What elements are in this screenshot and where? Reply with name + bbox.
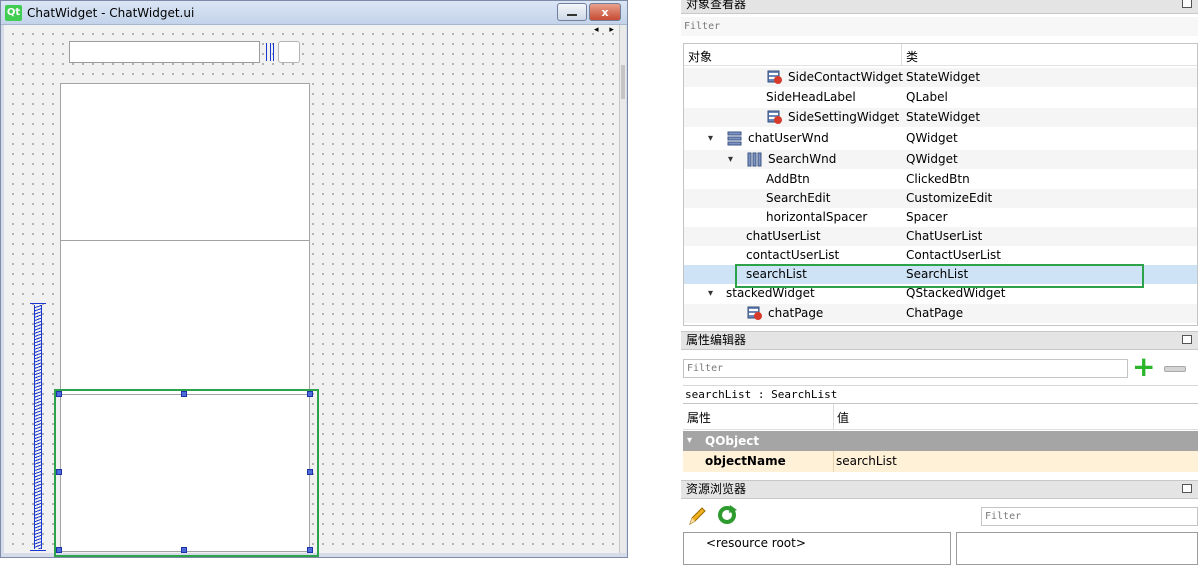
property-group-row[interactable]: ▾ QObject: [683, 431, 1198, 451]
state-widget-icon: [767, 110, 782, 124]
tree-row[interactable]: SideSettingWidget StateWidget: [684, 108, 1197, 127]
tree-selection-outline: [735, 264, 1144, 288]
property-name: objectName: [705, 454, 786, 468]
header-object: 对象: [688, 50, 713, 64]
tree-row[interactable]: SideContactWidget StateWidget: [684, 68, 1197, 87]
resource-file-list[interactable]: [956, 532, 1198, 565]
property-value[interactable]: searchList: [836, 451, 897, 472]
selection-outline: [54, 389, 319, 557]
state-widget-icon: [767, 70, 782, 84]
tree-row[interactable]: ▾ SearchWnd QWidget: [684, 150, 1197, 169]
pencil-icon[interactable]: [686, 505, 708, 527]
tree-row[interactable]: chatPage ChatPage: [684, 304, 1197, 323]
resource-tree[interactable]: <resource root>: [683, 532, 951, 565]
tree-row[interactable]: AddBtn ClickedBtn: [684, 170, 1197, 189]
float-dock-icon[interactable]: [1182, 335, 1192, 344]
close-button[interactable]: x: [589, 3, 621, 21]
resize-handle[interactable]: [181, 391, 187, 397]
tree-row[interactable]: chatUserList ChatUserList: [684, 227, 1197, 246]
form-window-title: ChatWidget - ChatWidget.ui: [27, 6, 195, 20]
object-tree-header: 对象 类: [684, 44, 1197, 66]
tree-row[interactable]: SideHeadLabel QLabel: [684, 88, 1197, 107]
property-editor-label: 属性编辑器: [686, 333, 747, 347]
property-table[interactable]: 属性 值 ▾ QObject objectName searchList: [683, 403, 1198, 473]
add-btn-widget[interactable]: [278, 41, 300, 63]
resize-handle[interactable]: [307, 391, 313, 397]
state-widget-icon: [747, 306, 762, 320]
tree-row[interactable]: contactUserList ContactUserList: [684, 246, 1197, 265]
vertical-layout-icon: [727, 131, 742, 146]
object-inspector-label: 对象查看器: [686, 0, 747, 11]
minimize-button[interactable]: [557, 3, 587, 21]
scroll-arrows-icon[interactable]: ◂ ▸: [594, 25, 618, 35]
close-icon: x: [601, 5, 609, 19]
chevron-down-icon[interactable]: ▾: [728, 150, 733, 169]
resource-filter-input[interactable]: [981, 507, 1198, 526]
float-dock-icon[interactable]: [1182, 484, 1192, 493]
resize-handle[interactable]: [56, 391, 62, 397]
float-dock-icon[interactable]: [1182, 0, 1192, 8]
chevron-down-icon[interactable]: ▾: [687, 431, 692, 451]
header-property: 属性: [687, 411, 712, 425]
header-class: 类: [906, 50, 919, 64]
remove-property-icon[interactable]: [1164, 366, 1186, 372]
chat-user-list-widget[interactable]: [60, 83, 310, 241]
resize-handle[interactable]: [181, 547, 187, 553]
horizontal-layout-icon: [747, 152, 762, 167]
scroll-thumb[interactable]: [621, 65, 625, 99]
current-object-label: searchList : SearchList: [683, 385, 1198, 402]
resize-handle[interactable]: [56, 469, 62, 475]
resource-browser-title[interactable]: 资源浏览器: [681, 480, 1198, 499]
chevron-down-icon[interactable]: ▾: [708, 284, 713, 303]
vertical-spacer-widget[interactable]: [30, 303, 46, 551]
resource-root-item[interactable]: <resource root>: [706, 536, 806, 550]
object-filter-input[interactable]: [681, 17, 1198, 36]
form-canvas[interactable]: ◂ ▸: [4, 25, 619, 557]
minimize-icon: [567, 13, 577, 16]
property-filter-input[interactable]: [683, 359, 1128, 378]
vertical-scrollbar[interactable]: [619, 25, 626, 553]
tree-row[interactable]: SearchEdit CustomizeEdit: [684, 189, 1197, 208]
resource-browser-label: 资源浏览器: [686, 482, 747, 496]
contact-user-list-widget[interactable]: [60, 240, 310, 398]
add-property-icon[interactable]: +: [1132, 353, 1158, 381]
reload-icon[interactable]: [716, 504, 738, 526]
property-group-label: QObject: [705, 434, 760, 448]
tree-row[interactable]: horizontalSpacer Spacer: [684, 208, 1197, 227]
qt-logo-icon: Qt: [5, 5, 22, 21]
header-value: 值: [837, 411, 850, 425]
search-edit-widget[interactable]: [69, 41, 260, 63]
property-table-header: 属性 值: [683, 404, 1198, 430]
chevron-down-icon[interactable]: ▾: [708, 129, 713, 148]
property-editor-title[interactable]: 属性编辑器: [681, 331, 1198, 350]
tree-row[interactable]: ▾ chatUserWnd QWidget: [684, 129, 1197, 148]
object-inspector-title[interactable]: 对象查看器: [681, 0, 1198, 14]
horizontal-spacer-widget[interactable]: [266, 43, 274, 61]
resize-handle[interactable]: [56, 547, 62, 553]
resize-handle[interactable]: [307, 547, 313, 553]
property-row[interactable]: objectName searchList: [683, 451, 1198, 472]
form-window: Qt ChatWidget - ChatWidget.ui x ◂ ▸: [0, 0, 628, 558]
form-titlebar[interactable]: Qt ChatWidget - ChatWidget.ui x: [1, 1, 627, 25]
resize-handle[interactable]: [307, 469, 313, 475]
